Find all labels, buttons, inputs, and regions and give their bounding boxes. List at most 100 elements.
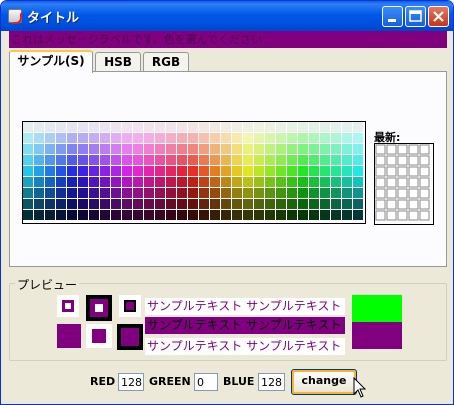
swatch-cell[interactable] [56,155,66,165]
swatch-cell[interactable] [298,166,308,176]
swatch-cell[interactable] [45,210,55,220]
swatch-cell[interactable] [199,144,209,154]
swatch-cell[interactable] [133,188,143,198]
swatch-cell[interactable] [265,188,275,198]
swatch-cell[interactable] [342,199,352,209]
swatch-cell[interactable] [232,122,242,132]
recent-swatch-cell[interactable] [375,177,386,188]
swatch-cell[interactable] [221,199,231,209]
swatch-cell[interactable] [232,155,242,165]
swatch-cell[interactable] [133,144,143,154]
swatch-cell[interactable] [188,210,198,220]
swatch-cell[interactable] [89,166,99,176]
swatch-cell[interactable] [265,210,275,220]
recent-swatch-grid[interactable] [374,143,434,225]
swatch-cell[interactable] [232,144,242,154]
swatch-cell[interactable] [298,144,308,154]
swatch-cell[interactable] [122,166,132,176]
swatch-cell[interactable] [188,188,198,198]
swatch-cell[interactable] [221,210,231,220]
swatch-cell[interactable] [89,177,99,187]
swatch-cell[interactable] [100,166,110,176]
swatch-cell[interactable] [100,177,110,187]
swatch-cell[interactable] [199,188,209,198]
swatch-cell[interactable] [78,144,88,154]
swatch-cell[interactable] [353,155,363,165]
swatch-cell[interactable] [276,199,286,209]
swatch-cell[interactable] [232,210,242,220]
swatch-cell[interactable] [89,210,99,220]
swatch-cell[interactable] [199,155,209,165]
swatch-cell[interactable] [287,210,297,220]
swatch-cell[interactable] [34,122,44,132]
swatch-cell[interactable] [155,155,165,165]
recent-swatch-cell[interactable] [397,199,408,210]
swatch-cell[interactable] [199,177,209,187]
swatch-cell[interactable] [320,177,330,187]
swatch-cell[interactable] [265,177,275,187]
swatch-cell[interactable] [243,133,253,143]
recent-swatch-cell[interactable] [375,144,386,155]
swatch-cell[interactable] [45,144,55,154]
swatch-cell[interactable] [166,199,176,209]
swatch-cell[interactable] [232,177,242,187]
swatch-cell[interactable] [331,166,341,176]
swatch-cell[interactable] [309,144,319,154]
swatch-cell[interactable] [331,122,341,132]
swatch-cell[interactable] [67,166,77,176]
swatch-cell[interactable] [353,199,363,209]
swatch-cell[interactable] [287,155,297,165]
swatch-cell[interactable] [67,155,77,165]
swatch-cell[interactable] [144,199,154,209]
swatch-cell[interactable] [122,144,132,154]
swatch-cell[interactable] [89,155,99,165]
swatch-cell[interactable] [78,177,88,187]
swatch-cell[interactable] [210,122,220,132]
swatch-cell[interactable] [23,166,33,176]
swatch-cell[interactable] [232,199,242,209]
swatch-cell[interactable] [122,188,132,198]
swatch-cell[interactable] [122,122,132,132]
swatch-cell[interactable] [254,210,264,220]
swatch-cell[interactable] [111,122,121,132]
swatch-cell[interactable] [100,144,110,154]
swatch-cell[interactable] [67,199,77,209]
swatch-cell[interactable] [122,177,132,187]
swatch-cell[interactable] [287,199,297,209]
swatch-cell[interactable] [221,155,231,165]
swatch-cell[interactable] [353,210,363,220]
swatch-cell[interactable] [133,166,143,176]
swatch-cell[interactable] [56,177,66,187]
swatch-cell[interactable] [56,199,66,209]
swatch-cell[interactable] [23,122,33,132]
swatch-cell[interactable] [34,177,44,187]
swatch-cell[interactable] [188,122,198,132]
swatch-cell[interactable] [342,177,352,187]
recent-swatch-cell[interactable] [375,188,386,199]
swatch-cell[interactable] [309,177,319,187]
swatch-cell[interactable] [23,188,33,198]
swatch-cell[interactable] [210,155,220,165]
recent-swatch-cell[interactable] [419,188,430,199]
swatch-cell[interactable] [254,133,264,143]
swatch-cell[interactable] [276,144,286,154]
swatch-cell[interactable] [232,166,242,176]
swatch-cell[interactable] [45,122,55,132]
swatch-cell[interactable] [320,155,330,165]
swatch-cell[interactable] [298,155,308,165]
blue-input[interactable] [258,373,285,391]
swatch-cell[interactable] [177,177,187,187]
swatch-cell[interactable] [265,144,275,154]
swatch-cell[interactable] [287,166,297,176]
swatch-cell[interactable] [353,166,363,176]
swatch-cell[interactable] [177,133,187,143]
swatch-cell[interactable] [177,188,187,198]
tab-rgb[interactable]: RGB [143,52,189,72]
swatch-cell[interactable] [67,188,77,198]
recent-swatch-cell[interactable] [397,144,408,155]
swatch-cell[interactable] [89,122,99,132]
swatch-cell[interactable] [155,177,165,187]
swatch-cell[interactable] [221,144,231,154]
swatch-cell[interactable] [188,166,198,176]
swatch-cell[interactable] [111,177,121,187]
